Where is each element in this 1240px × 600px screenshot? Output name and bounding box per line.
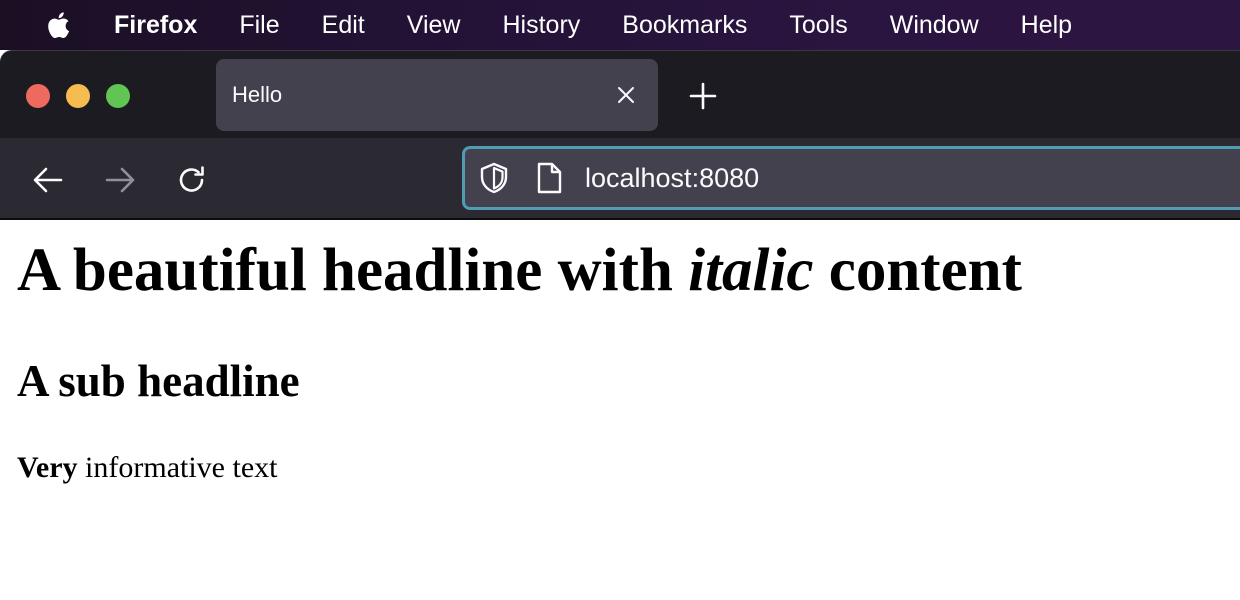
arrow-right-icon[interactable]	[102, 162, 138, 198]
menu-tools[interactable]: Tools	[789, 0, 847, 50]
menu-history[interactable]: History	[503, 0, 581, 50]
page-sub-headline: A sub headline	[17, 356, 300, 406]
tab-title: Hello	[232, 82, 283, 107]
close-icon[interactable]	[614, 83, 638, 107]
window-close-button[interactable]	[26, 84, 50, 108]
headline-italic-text: italic	[688, 237, 814, 304]
url-input[interactable]: localhost:8080	[585, 149, 759, 207]
window-maximize-button[interactable]	[106, 84, 130, 108]
menu-file[interactable]: File	[239, 0, 279, 50]
headline-text-before: A beautiful headline with	[17, 237, 689, 304]
page-headline: A beautiful headline with italic content	[17, 240, 1240, 301]
menu-bookmarks[interactable]: Bookmarks	[622, 0, 747, 50]
menu-firefox[interactable]: Firefox	[114, 0, 197, 50]
navigation-toolbar: localhost:8080	[0, 138, 1240, 220]
plus-icon[interactable]	[688, 81, 718, 111]
tab-strip: Hello	[0, 50, 1240, 138]
page-paragraph: Very informative text	[17, 453, 1240, 483]
url-bar[interactable]: localhost:8080	[462, 146, 1240, 210]
apple-logo-icon[interactable]	[42, 8, 72, 42]
tab-hello[interactable]: Hello	[216, 59, 658, 131]
menu-view[interactable]: View	[407, 0, 461, 50]
reload-icon[interactable]	[174, 162, 210, 198]
headline-text-after: content	[813, 237, 1022, 304]
browser-window: Hello localhost:8080 A beautiful headlin…	[0, 50, 1240, 600]
arrow-left-icon[interactable]	[30, 162, 66, 198]
macos-menu-bar: Firefox File Edit View History Bookmarks…	[0, 0, 1240, 50]
menu-edit[interactable]: Edit	[322, 0, 365, 50]
window-minimize-button[interactable]	[66, 84, 90, 108]
menu-help[interactable]: Help	[1021, 0, 1072, 50]
paragraph-bold-text: Very	[17, 451, 78, 484]
page-content: A beautiful headline with italic content…	[0, 220, 1240, 600]
paragraph-text: informative text	[77, 451, 278, 484]
page-icon[interactable]	[535, 161, 563, 195]
menu-window[interactable]: Window	[890, 0, 979, 50]
shield-icon[interactable]	[477, 161, 511, 195]
